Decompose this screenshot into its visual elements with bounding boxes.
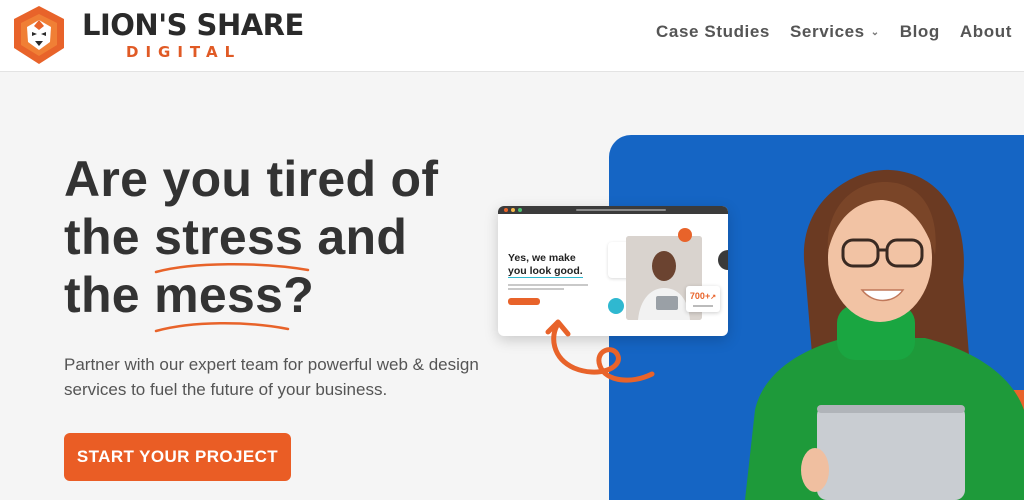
headline-line-1: Are you tired of <box>64 151 439 207</box>
browser-url-bar <box>576 209 666 211</box>
nav-blog[interactable]: Blog <box>900 22 940 42</box>
browser-dot <box>511 208 515 212</box>
site-header: LION'S SHARE DIGITAL Case Studies Servic… <box>0 0 1024 72</box>
arrow-doodle-icon <box>545 319 655 383</box>
mockup-title-line-1: Yes, we make <box>508 252 576 264</box>
site-logo[interactable]: LION'S SHARE DIGITAL <box>8 4 304 64</box>
headline-text: the <box>64 209 155 265</box>
hero-subtext: Partner with our expert team for powerfu… <box>64 355 479 399</box>
lion-logo-icon <box>14 6 64 64</box>
headline-stress: stress <box>154 208 310 274</box>
mockup-title: Yes, we make you look good. <box>508 252 592 278</box>
nav-label: About <box>959 22 1012 41</box>
nav-about[interactable]: About <box>960 22 1012 42</box>
mockup-body-text <box>508 284 588 294</box>
mockup-stat-arrow: ↗ <box>710 294 717 301</box>
nav-label: Services <box>789 22 865 41</box>
headline-text: and <box>303 209 408 265</box>
browser-dot <box>518 208 522 212</box>
headline-text: the <box>64 267 155 323</box>
hero-woman-image <box>745 169 1024 500</box>
logo-wordmark: LION'S SHARE <box>82 8 304 42</box>
mockup-title-line-2: you look good. <box>508 265 583 278</box>
headline-line-2: the stress and <box>64 208 504 274</box>
nav-services[interactable]: Services ⌄ <box>790 22 880 42</box>
nav-case-studies[interactable]: Case Studies <box>656 22 770 42</box>
mockup-dark-accent <box>718 250 728 270</box>
underline-swoosh-icon <box>154 322 290 333</box>
chevron-down-icon: ⌄ <box>870 26 880 38</box>
logo-subtitle: DIGITAL <box>126 43 242 61</box>
main-nav: Case Studies Services ⌄ Blog About <box>636 22 1012 42</box>
headline-mess-word: mess <box>154 267 284 323</box>
mockup-stat-value: 700+ <box>689 291 711 301</box>
headline-mess: mess <box>154 266 290 333</box>
nav-label: Blog <box>899 22 940 41</box>
mockup-teal-accent <box>608 298 624 314</box>
browser-dot <box>504 208 508 212</box>
mockup-stat-badge: 700+↗ <box>686 286 720 312</box>
mockup-button <box>508 298 540 305</box>
headline-stress-word: stress <box>154 209 304 265</box>
mockup-circle-accent <box>678 228 692 242</box>
hero-headline: Are you tired of the stress and the mess… <box>64 150 504 333</box>
nav-label: Case Studies <box>656 22 770 41</box>
browser-bar <box>498 206 728 214</box>
start-project-button[interactable]: START YOUR PROJECT <box>64 433 291 481</box>
